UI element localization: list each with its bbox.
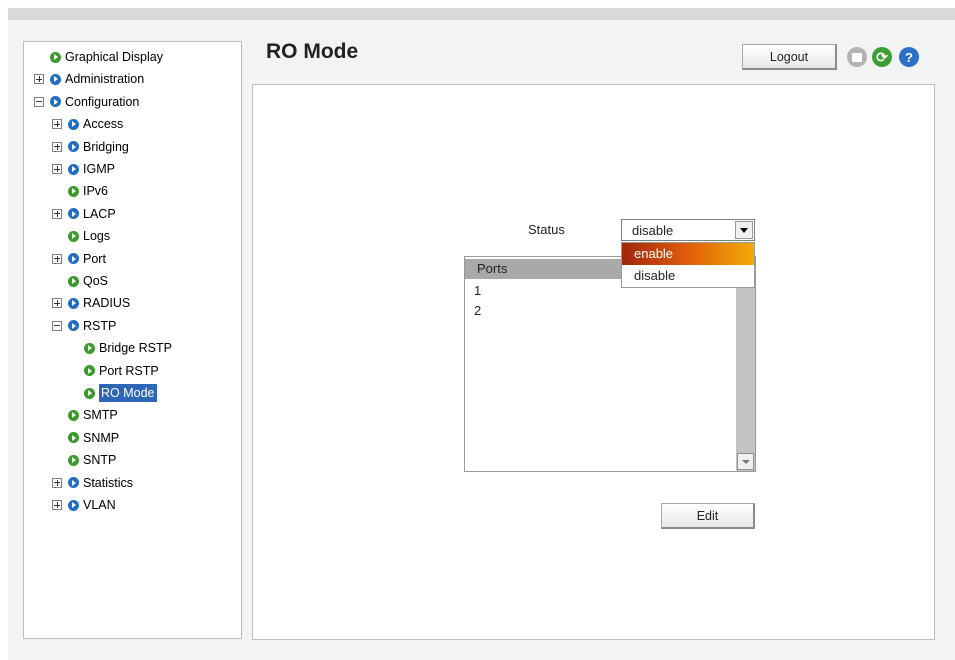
sidebar-item-label: VLAN	[83, 498, 116, 512]
sidebar-item-label: RSTP	[83, 318, 117, 333]
sidebar-item-label: RADIUS	[83, 296, 131, 311]
sidebar-item-label: QoS	[83, 274, 109, 288]
sidebar-item-label: Bridge RSTP	[99, 341, 172, 356]
arrow-bullet-icon	[68, 230, 79, 242]
arrow-bullet-icon	[68, 320, 79, 332]
arrow-bullet-icon	[68, 454, 79, 466]
expand-icon[interactable]	[52, 477, 62, 488]
save-icon[interactable]	[847, 47, 867, 67]
sidebar-item-radius[interactable]: RADIUS	[52, 293, 130, 313]
sidebar-item-label: IGMP	[83, 162, 115, 176]
arrow-bullet-icon	[68, 477, 79, 489]
sidebar-item-igmp[interactable]: IGMP	[52, 159, 115, 179]
navigation-tree: Graphical Display Administration Configura…	[23, 41, 242, 639]
arrow-bullet-icon	[68, 409, 79, 421]
sidebar-item-ro-mode[interactable]: RO Mode	[84, 383, 157, 403]
expand-icon[interactable]	[52, 253, 62, 264]
sidebar-item-label: Logs	[83, 229, 111, 244]
arrow-bullet-icon	[50, 96, 61, 108]
sidebar-item-label: SNTP	[83, 453, 117, 468]
help-icon[interactable]: ?	[899, 47, 919, 67]
sidebar-item-port-rstp[interactable]: Port RSTP	[84, 361, 159, 381]
arrow-bullet-icon	[68, 208, 79, 220]
sidebar-item-label: LACP	[83, 206, 116, 221]
sidebar-item-label: Port	[83, 251, 106, 266]
ports-scrollbar[interactable]	[736, 257, 755, 471]
sidebar-item-label: Bridging	[83, 139, 129, 154]
expand-icon[interactable]	[52, 208, 62, 219]
sidebar-item-label: Access	[83, 117, 124, 132]
list-item[interactable]: 2	[474, 303, 481, 318]
scroll-down-icon[interactable]	[737, 453, 754, 470]
logout-button[interactable]: Logout	[742, 44, 837, 70]
sidebar-item-smtp[interactable]: SMTP	[68, 405, 118, 425]
arrow-bullet-icon	[68, 499, 79, 511]
sidebar-item-label: Graphical Display	[65, 50, 163, 64]
arrow-bullet-icon	[50, 73, 61, 85]
status-select-value: disable	[632, 222, 674, 238]
expand-icon[interactable]	[52, 164, 62, 174]
sidebar-item-graphical-display[interactable]: Graphical Display	[50, 47, 163, 67]
arrow-bullet-icon	[68, 141, 79, 153]
sidebar-item-vlan[interactable]: VLAN	[52, 495, 116, 515]
arrow-bullet-icon	[68, 185, 79, 197]
sidebar-item-rstp[interactable]: RSTP	[52, 316, 116, 336]
sidebar-item-label: SNMP	[83, 430, 120, 445]
sidebar-item-snmp[interactable]: SNMP	[68, 428, 119, 448]
expand-icon[interactable]	[52, 141, 62, 152]
ports-list[interactable]: Ports 12	[464, 256, 756, 472]
arrow-bullet-icon	[84, 365, 95, 377]
sidebar-item-ipv6[interactable]: IPv6	[68, 181, 108, 201]
arrow-bullet-icon	[68, 432, 79, 444]
arrow-bullet-icon	[68, 297, 79, 309]
expand-icon[interactable]	[52, 500, 62, 510]
sidebar-item-logs[interactable]: Logs	[68, 226, 110, 246]
arrow-bullet-icon	[68, 118, 79, 130]
sidebar-item-label: Configuration	[65, 94, 140, 109]
refresh-icon[interactable]: ⟳	[872, 47, 892, 67]
status-select[interactable]: disable	[621, 219, 755, 241]
top-bar	[8, 8, 955, 20]
sidebar-item-label: RO Mode	[99, 384, 157, 402]
expand-icon[interactable]	[34, 74, 44, 85]
status-option-enable[interactable]: enable	[622, 243, 754, 265]
arrow-bullet-icon	[84, 342, 95, 354]
status-dropdown-list: enable disable	[621, 242, 755, 288]
status-label: Status	[528, 222, 565, 237]
edit-button[interactable]: Edit	[661, 503, 755, 529]
sidebar-item-bridge-rstp[interactable]: Bridge RSTP	[84, 338, 172, 358]
sidebar-item-sntp[interactable]: SNTP	[68, 450, 116, 470]
sidebar-item-administration[interactable]: Administration	[34, 69, 144, 89]
sidebar-item-label: IPv6	[83, 184, 109, 199]
sidebar-item-qos[interactable]: QoS	[68, 271, 108, 291]
expand-icon[interactable]	[52, 298, 62, 309]
sidebar-item-label: Port RSTP	[99, 363, 159, 378]
arrow-bullet-icon	[68, 163, 79, 175]
list-item[interactable]: 1	[474, 283, 481, 298]
arrow-bullet-icon	[68, 253, 79, 265]
sidebar-item-lacp[interactable]: LACP	[52, 204, 116, 224]
chevron-down-icon[interactable]	[735, 221, 753, 239]
sidebar-item-statistics[interactable]: Statistics	[52, 473, 133, 493]
arrow-bullet-icon	[68, 275, 79, 287]
sidebar-item-port[interactable]: Port	[52, 249, 106, 269]
sidebar-item-bridging[interactable]: Bridging	[52, 137, 129, 157]
sidebar-item-label: Administration	[65, 72, 145, 87]
sidebar-item-label: SMTP	[83, 408, 118, 423]
sidebar-item-access[interactable]: Access	[52, 114, 123, 134]
sidebar-item-label: Statistics	[83, 475, 134, 490]
collapse-icon[interactable]	[52, 320, 62, 331]
collapse-icon[interactable]	[34, 96, 44, 107]
page-title: RO Mode	[266, 40, 359, 63]
arrow-bullet-icon	[84, 387, 95, 399]
status-option-disable[interactable]: disable	[622, 265, 754, 287]
sidebar-item-configuration[interactable]: Configuration	[34, 92, 139, 112]
arrow-bullet-icon	[50, 51, 61, 63]
expand-icon[interactable]	[52, 119, 62, 130]
